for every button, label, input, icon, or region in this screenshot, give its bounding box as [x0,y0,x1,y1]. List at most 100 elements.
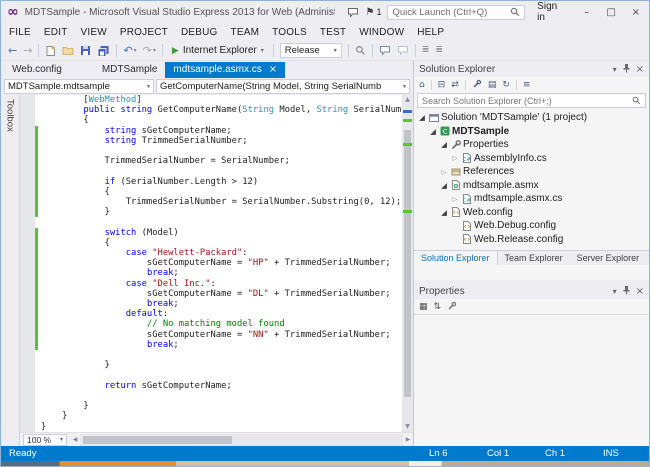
expand-icon[interactable]: ▷ [450,195,460,203]
tree-item[interactable]: ◢Properties [414,138,649,152]
categorized-icon[interactable]: ▦ [419,302,428,312]
navigate-forward-icon[interactable]: → [23,45,32,56]
breakpoint-margin[interactable] [20,340,35,350]
menu-item-debug[interactable]: DEBUG [181,27,218,38]
tree-item[interactable]: ◢mdtsample.asmx [414,179,649,193]
breakpoint-margin[interactable] [20,248,35,258]
pin-icon[interactable] [622,285,631,297]
code-line[interactable]: string TrimmedSerialNumber; [20,136,402,146]
breakpoint-margin[interactable] [20,156,35,166]
tree-item[interactable]: ◢CMDTSample [414,125,649,139]
code-line[interactable]: TrimmedSerialNumber = SerialNumber; [20,156,402,166]
tree-item[interactable]: ▷C#mdtsample.asmx.cs [414,192,649,206]
quick-launch-input[interactable]: Quick Launch (Ctrl+Q) [387,5,525,20]
tab-team-explorer[interactable]: Team Explorer [498,251,570,265]
breakpoint-margin[interactable] [20,309,35,319]
pin-icon[interactable] [622,63,631,75]
code-line[interactable]: // No matching model found [20,319,402,329]
alphabetical-icon[interactable]: ⇅ [434,302,442,312]
collapse-icon[interactable]: ◢ [417,113,427,122]
breakpoint-margin[interactable] [20,330,35,340]
code-line[interactable]: TrimmedSerialNumber = SerialNumber.Subst… [20,197,402,207]
show-all-files-icon[interactable]: ▤ [488,80,497,90]
menu-item-tools[interactable]: TOOLS [272,27,307,38]
code-line[interactable]: { [20,187,402,197]
breakpoint-margin[interactable] [20,197,35,207]
tree-item[interactable]: ▷References [414,165,649,179]
code-line[interactable] [20,370,402,380]
breakpoint-margin[interactable] [20,360,35,370]
code-line[interactable]: sGetComputerName = "HP" + TrimmedSerialN… [20,258,402,268]
collapse-icon[interactable]: ◢ [439,208,449,217]
breakpoint-margin[interactable] [20,136,35,146]
increase-indent-icon[interactable]: ≣ [435,45,443,56]
menu-item-view[interactable]: VIEW [81,27,107,38]
save-all-icon[interactable] [97,45,110,57]
code-line[interactable]: } [20,207,402,217]
comment-icon[interactable] [379,45,391,56]
code-line[interactable]: } [20,401,402,411]
properties-grid[interactable] [414,315,649,446]
breakpoint-margin[interactable] [20,268,35,278]
code-line[interactable]: default: [20,309,402,319]
code-line[interactable]: return sGetComputerName; [20,381,402,391]
breakpoint-margin[interactable] [20,289,35,299]
properties-icon[interactable] [472,79,482,91]
new-file-icon[interactable] [45,45,56,57]
zoom-control[interactable]: 100 % ▾ [23,434,67,446]
code-line[interactable] [20,166,402,176]
menu-item-team[interactable]: TEAM [231,27,260,38]
breakpoint-margin[interactable] [20,258,35,268]
code-line[interactable]: [WebMethod] [20,95,402,105]
breakpoint-margin[interactable] [20,126,35,136]
vertical-scroll-thumb[interactable] [404,130,411,396]
close-icon[interactable]: × [636,286,644,297]
tab-mdtsample[interactable]: MDTSample [94,62,166,78]
menu-item-project[interactable]: PROJECT [120,27,168,38]
code-line[interactable] [20,146,402,156]
collapse-all-icon[interactable]: ⊟ [438,80,446,90]
code-line[interactable]: public string GetComputerName(String Mod… [20,105,402,115]
breakpoint-margin[interactable] [20,319,35,329]
tab-solution-explorer[interactable]: Solution Explorer [414,251,498,265]
tab-web-config[interactable]: Web.config [4,62,70,78]
open-file-icon[interactable] [62,45,74,56]
tree-item[interactable]: Web.Debug.config [414,219,649,233]
menu-item-test[interactable]: TEST [320,27,346,38]
editor-vertical-scrollbar[interactable]: ▲ ▼ [402,95,413,432]
expand-icon[interactable]: ▷ [450,154,460,162]
breakpoint-margin[interactable] [20,115,35,125]
save-icon[interactable] [80,45,91,56]
scroll-down-icon[interactable]: ▼ [402,422,413,432]
undo-icon[interactable]: ↶▾ [123,45,136,56]
horizontal-scroll-thumb[interactable] [83,436,232,444]
tree-item[interactable]: ◢Solution 'MDTSample' (1 project) [414,111,649,125]
members-dropdown[interactable]: GetComputerName(String Model, String Ser… [156,79,410,94]
breakpoint-margin[interactable] [20,381,35,391]
code-line[interactable]: sGetComputerName = "DL" + TrimmedSerialN… [20,289,402,299]
breakpoint-margin[interactable] [20,166,35,176]
solution-configurations-dropdown[interactable]: Release ▾ [280,43,342,58]
collapse-icon[interactable]: ◢ [439,140,449,149]
breakpoint-margin[interactable] [20,411,35,421]
breakpoint-margin[interactable] [20,370,35,380]
decrease-indent-icon[interactable]: ≣ [422,45,430,56]
code-line[interactable]: } [20,360,402,370]
code-line[interactable]: { [20,115,402,125]
menu-item-edit[interactable]: EDIT [44,27,68,38]
close-icon[interactable]: × [636,64,644,75]
breakpoint-margin[interactable] [20,217,35,227]
code-line[interactable]: { [20,238,402,248]
types-dropdown[interactable]: MDTSample.mdtsample ▾ [4,79,154,94]
breakpoint-margin[interactable] [20,146,35,156]
breakpoint-margin[interactable] [20,207,35,217]
redo-icon[interactable]: ↷▾ [143,45,156,56]
feedback-icon[interactable] [347,7,359,18]
scroll-right-icon[interactable]: ▶ [403,436,413,443]
code-line[interactable]: string sGetComputerName; [20,126,402,136]
notifications-flag-icon[interactable]: ⚑ 1 [365,7,381,18]
uncomment-icon[interactable] [397,45,409,56]
property-pages-icon[interactable] [447,301,457,313]
code-editor[interactable]: [WebMethod] public string GetComputerNam… [20,95,402,432]
code-line[interactable]: case "Hewlett-Packard": [20,248,402,258]
